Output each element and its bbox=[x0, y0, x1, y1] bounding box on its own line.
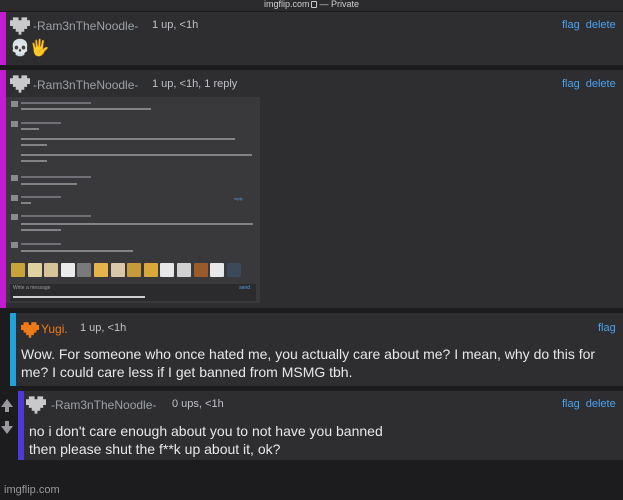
avatar-icon bbox=[11, 175, 18, 181]
comment-text: 💀🖐 bbox=[10, 40, 50, 57]
comment-actions: flag bbox=[592, 322, 616, 334]
url-display: imgflip.com — Private bbox=[263, 0, 360, 9]
comment-text-line: then please shut the f**k up about it, o… bbox=[29, 441, 281, 457]
username-dot: . bbox=[64, 322, 68, 336]
screenshot-text-line bbox=[21, 128, 39, 130]
username[interactable]: -Ram3nTheNoodle- bbox=[33, 78, 138, 92]
username[interactable]: -Ram3nTheNoodle- bbox=[51, 398, 156, 412]
screenshot-text-line bbox=[21, 250, 133, 252]
comment-text-line: Wow. For someone who once hated me, you … bbox=[21, 346, 596, 362]
meme-thumbnail bbox=[77, 263, 92, 277]
comment-text-line: me? I could care less if I get banned fr… bbox=[21, 364, 353, 380]
screenshot-text-line bbox=[21, 160, 47, 162]
avatar-icon bbox=[11, 121, 18, 127]
meme-thumbnail bbox=[143, 263, 158, 277]
comment-text-line: no i don't care enough about you to not … bbox=[29, 423, 383, 439]
meme-thumbnail bbox=[210, 263, 225, 277]
send-label: send bbox=[239, 285, 250, 291]
meme-thumbnail bbox=[27, 263, 42, 277]
screenshot-text-line bbox=[21, 202, 31, 204]
meme-thumbnail bbox=[110, 263, 125, 277]
upvote-arrow-icon[interactable] bbox=[0, 399, 14, 412]
comment-color-bar bbox=[10, 313, 16, 386]
url-text: imgflip.com bbox=[263, 0, 310, 9]
flag-link[interactable]: flag bbox=[562, 78, 580, 90]
lock-icon bbox=[311, 1, 318, 8]
screenshot-text-line bbox=[21, 223, 253, 225]
comment-text: Wow. For someone who once hated me, you … bbox=[21, 345, 621, 381]
screenshot-header-line bbox=[21, 102, 91, 104]
screenshot-message-box: Write a message send bbox=[10, 284, 256, 301]
comment-color-bar bbox=[0, 12, 6, 65]
meme-thumbnail bbox=[226, 263, 241, 277]
screenshot-header-line bbox=[21, 176, 91, 178]
avatar-icon bbox=[11, 242, 18, 248]
avatar-icon bbox=[11, 101, 18, 107]
delete-link[interactable]: delete bbox=[586, 78, 616, 90]
embedded-chat-screenshot: reply Write a message send bbox=[6, 97, 260, 303]
message-underline bbox=[13, 296, 145, 298]
privacy-label: Private bbox=[331, 0, 360, 9]
screenshot-header-line bbox=[21, 196, 61, 198]
screenshot-text-line bbox=[21, 154, 252, 156]
delete-link[interactable]: delete bbox=[586, 19, 616, 31]
browser-address-bar[interactable]: imgflip.com — Private bbox=[0, 0, 623, 11]
screenshot-text-line bbox=[21, 108, 151, 110]
imgflip-watermark: imgflip.com bbox=[4, 484, 60, 496]
meme-thumbnail bbox=[60, 263, 75, 277]
screenshot-text-line bbox=[21, 144, 47, 146]
screenshot-header-line bbox=[21, 122, 61, 124]
username[interactable]: Yugi. bbox=[41, 322, 68, 336]
comment: -Ram3nTheNoodle- 1 up, <1h flag delete 💀🖐 bbox=[0, 12, 623, 65]
screenshot-text-line bbox=[21, 229, 61, 231]
comment-meta: 1 up, <1h bbox=[80, 322, 127, 334]
meme-thumbnail bbox=[44, 263, 59, 277]
screenshot-header-line bbox=[21, 243, 61, 245]
screenshot-text-line bbox=[21, 183, 77, 185]
pixel-heart-avatar bbox=[21, 322, 39, 338]
flag-link[interactable]: flag bbox=[562, 398, 580, 410]
pixel-heart-avatar bbox=[10, 17, 30, 35]
comment-meta: 0 ups, <1h bbox=[172, 398, 224, 410]
vote-controls bbox=[0, 393, 14, 434]
meme-thumbnail bbox=[127, 263, 142, 277]
meme-thumbnail bbox=[193, 263, 208, 277]
screenshot-text-line bbox=[21, 138, 235, 140]
comment: Yugi. 1 up, <1h flag Wow. For someone wh… bbox=[10, 313, 623, 386]
comment-meta: 1 up, <1h, 1 reply bbox=[152, 78, 238, 90]
comment: -Ram3nTheNoodle- 0 ups, <1h flag delete n… bbox=[18, 391, 623, 460]
flag-link[interactable]: flag bbox=[562, 19, 580, 31]
username[interactable]: -Ram3nTheNoodle- bbox=[33, 19, 138, 33]
avatar-icon bbox=[11, 214, 18, 220]
comment-actions: flag delete bbox=[556, 78, 616, 90]
meme-thumbnail bbox=[93, 263, 108, 277]
comment-meta: 1 up, <1h bbox=[152, 19, 199, 31]
username-text: Yugi bbox=[41, 322, 65, 336]
screenshot-reply-link: reply bbox=[234, 196, 243, 201]
comment-actions: flag delete bbox=[556, 398, 616, 410]
meme-thumbnail bbox=[11, 263, 25, 277]
downvote-arrow-icon[interactable] bbox=[0, 421, 14, 434]
comment-actions: flag delete bbox=[556, 19, 616, 31]
comment-color-bar bbox=[18, 391, 24, 460]
pixel-heart-avatar bbox=[10, 75, 30, 93]
avatar-icon bbox=[11, 195, 18, 201]
pixel-heart-avatar bbox=[26, 396, 46, 414]
message-placeholder: Write a message bbox=[13, 285, 51, 291]
meme-thumbnail-row bbox=[11, 263, 251, 279]
screenshot-header-line bbox=[21, 215, 91, 217]
comment-text: no i don't care enough about you to not … bbox=[29, 422, 383, 458]
meme-thumbnail bbox=[160, 263, 175, 277]
flag-link[interactable]: flag bbox=[598, 322, 616, 334]
delete-link[interactable]: delete bbox=[586, 398, 616, 410]
meme-thumbnail bbox=[176, 263, 191, 277]
